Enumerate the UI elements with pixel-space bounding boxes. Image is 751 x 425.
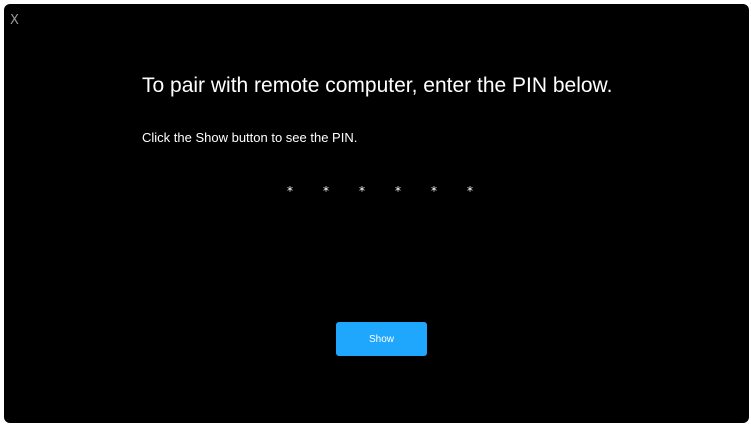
close-icon: X bbox=[10, 13, 19, 28]
show-pin-button[interactable]: Show bbox=[336, 322, 427, 356]
page-title: To pair with remote computer, enter the … bbox=[142, 74, 613, 97]
pin-digit-masked: * bbox=[431, 184, 437, 198]
pin-digit-masked: * bbox=[359, 184, 365, 198]
pairing-window: X To pair with remote computer, enter th… bbox=[4, 4, 749, 423]
pin-digit-masked: * bbox=[287, 184, 293, 198]
instruction-text: Click the Show button to see the PIN. bbox=[142, 130, 358, 145]
pin-digit-masked: * bbox=[395, 184, 401, 198]
pin-display: * * * * * * bbox=[287, 184, 503, 198]
pin-digit-masked: * bbox=[323, 184, 329, 198]
pin-digit-masked: * bbox=[467, 184, 473, 198]
close-button[interactable]: X bbox=[10, 12, 26, 30]
